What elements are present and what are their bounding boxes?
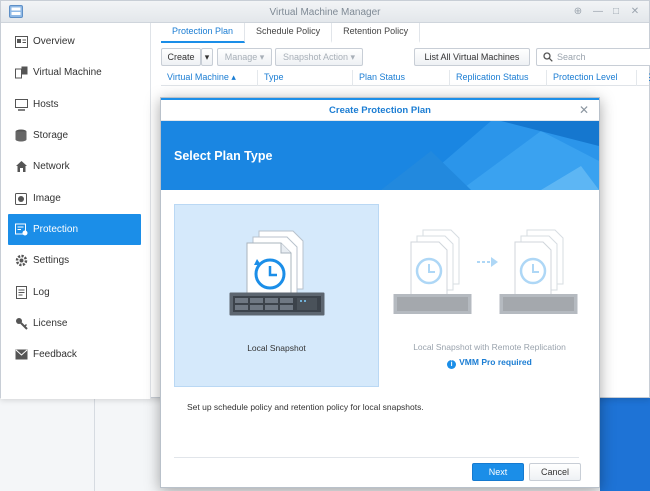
vmm-pro-label: VMM Pro required <box>459 357 532 367</box>
sidebar: Overview Virtual Machine Hosts Storage N… <box>1 23 151 399</box>
close-icon[interactable]: ✕ <box>628 5 642 19</box>
sidebar-item-storage[interactable]: Storage <box>8 120 141 151</box>
feedback-icon <box>14 348 28 362</box>
column-plan-status[interactable]: Plan Status <box>353 70 450 86</box>
create-protection-plan-dialog: Create Protection Plan ✕ Select Plan Typ… <box>160 97 600 488</box>
tab-retention-policy[interactable]: Retention Policy <box>332 23 421 43</box>
minimize-icon[interactable]: — <box>591 5 605 19</box>
hosts-icon <box>14 98 28 112</box>
sidebar-item-label: Virtual Machine <box>33 67 102 78</box>
sidebar-item-label: Feedback <box>33 349 77 360</box>
option-label: Local Snapshot with Remote Replication <box>413 342 566 352</box>
sidebar-item-virtual-machine[interactable]: Virtual Machine <box>8 57 141 88</box>
sidebar-item-hosts[interactable]: Hosts <box>8 89 141 120</box>
title-bar: Virtual Machine Manager ⊕ — □ ✕ <box>1 1 649 23</box>
sidebar-item-label: Network <box>33 161 70 172</box>
sidebar-item-label: Storage <box>33 130 69 141</box>
close-icon[interactable]: ✕ <box>579 103 589 117</box>
toolbar: Create ▾ Manage ▾ Snapshot Action ▾ List… <box>161 48 650 66</box>
sidebar-item-overview[interactable]: Overview <box>8 26 141 57</box>
list-all-vms-button[interactable]: List All Virtual Machines <box>414 48 530 66</box>
dialog-divider <box>174 457 579 458</box>
sidebar-item-label: Protection <box>33 224 79 235</box>
dialog-banner: Select Plan Type <box>161 121 599 190</box>
dialog-description: Set up schedule policy and retention pol… <box>187 402 424 412</box>
virtual-machine-icon <box>14 66 28 80</box>
remote-replication-icon <box>393 229 578 314</box>
info-icon: i <box>447 360 457 369</box>
column-type[interactable]: Type <box>258 70 353 86</box>
sort-asc-icon: ▴ <box>231 72 236 82</box>
sidebar-item-log[interactable]: Log <box>8 277 141 308</box>
sidebar-item-label: Settings <box>33 255 70 266</box>
window-title: Virtual Machine Manager <box>269 7 381 18</box>
chevron-down-icon: ▾ <box>259 52 265 62</box>
sidebar-item-image[interactable]: Image <box>8 183 141 214</box>
snapshot-action-button[interactable]: Snapshot Action ▾ <box>275 48 363 66</box>
sidebar-item-settings[interactable]: Settings <box>8 245 141 276</box>
protection-icon <box>14 223 28 237</box>
image-icon <box>14 192 28 206</box>
sidebar-item-label: Log <box>33 287 50 298</box>
column-options-icon[interactable]: ⋮ <box>639 70 650 86</box>
manage-button[interactable]: Manage ▾ <box>217 48 272 66</box>
manage-label: Manage <box>224 52 258 62</box>
tab-schedule-policy[interactable]: Schedule Policy <box>245 23 333 43</box>
nas-device-icon <box>229 292 325 316</box>
sidebar-item-protection[interactable]: Protection <box>8 214 141 245</box>
settings-icon <box>14 254 28 268</box>
sidebar-item-label: Hosts <box>33 99 59 110</box>
log-icon <box>14 286 28 300</box>
license-icon <box>14 317 28 331</box>
column-label: Virtual Machine <box>167 72 229 82</box>
column-virtual-machine[interactable]: Virtual Machine ▴ <box>161 70 258 86</box>
network-icon <box>14 160 28 174</box>
column-protection-level[interactable]: Protection Level <box>547 70 637 86</box>
background-window <box>600 398 650 491</box>
option-remote-replication[interactable]: Local Snapshot with Remote Replication i… <box>387 204 592 387</box>
sidebar-item-license[interactable]: License <box>8 308 141 339</box>
sidebar-item-label: Image <box>33 193 61 204</box>
chevron-down-icon: ▾ <box>204 52 210 62</box>
column-replication-status[interactable]: Replication Status <box>450 70 547 86</box>
option-local-snapshot[interactable]: Local Snapshot <box>174 204 379 387</box>
sidebar-item-network[interactable]: Network <box>8 151 141 182</box>
search-box <box>536 48 650 66</box>
vmm-pro-note: i VMM Pro required <box>387 357 592 369</box>
search-icon <box>543 52 553 62</box>
dialog-heading: Select Plan Type <box>174 149 273 163</box>
storage-icon <box>14 129 28 143</box>
dialog-title-bar: Create Protection Plan ✕ <box>161 98 599 121</box>
tab-protection-plan[interactable]: Protection Plan <box>161 23 246 43</box>
sidebar-item-feedback[interactable]: Feedback <box>8 339 141 370</box>
next-button[interactable]: Next <box>472 463 524 481</box>
grid-header: Virtual Machine ▴ Type Plan Status Repli… <box>161 70 650 86</box>
pin-icon[interactable]: ⊕ <box>571 5 585 19</box>
sidebar-item-label: License <box>33 318 68 329</box>
cancel-button[interactable]: Cancel <box>529 463 581 481</box>
chevron-down-icon: ▾ <box>350 52 356 62</box>
dialog-title: Create Protection Plan <box>329 105 431 116</box>
create-dropdown-button[interactable]: ▾ <box>201 48 213 66</box>
snapshot-action-label: Snapshot Action <box>282 52 348 62</box>
sidebar-item-label: Overview <box>33 36 75 47</box>
background-divider <box>94 398 95 491</box>
search-input[interactable] <box>557 51 647 63</box>
option-label: Local Snapshot <box>247 343 306 353</box>
maximize-icon[interactable]: □ <box>609 5 623 19</box>
overview-icon <box>14 35 28 49</box>
tab-bar: Protection Plan Schedule Policy Retentio… <box>161 23 421 43</box>
create-button[interactable]: Create <box>161 48 201 66</box>
